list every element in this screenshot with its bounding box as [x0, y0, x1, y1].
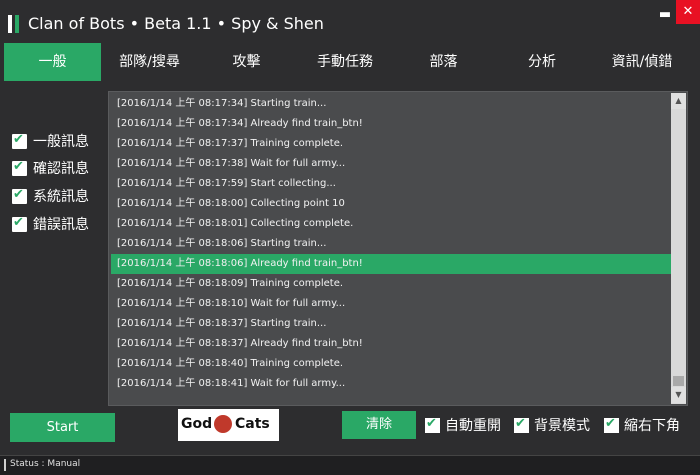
- logo-text-left: God: [181, 416, 213, 432]
- log-row[interactable]: [2016/1/14 上午 08:18:37] Already find tra…: [111, 334, 671, 354]
- log-row[interactable]: [2016/1/14 上午 08:17:59] Start collecting…: [111, 174, 671, 194]
- clear-button[interactable]: 清除: [342, 411, 416, 439]
- tab-info-debug[interactable]: 資訊/偵錯: [592, 43, 692, 81]
- log-row[interactable]: [2016/1/14 上午 08:17:37] Training complet…: [111, 134, 671, 154]
- filter-error-checkbox[interactable]: [12, 215, 27, 232]
- filter-system-checkbox[interactable]: [12, 187, 27, 204]
- app-logo-bar-green: [15, 15, 19, 33]
- log-row[interactable]: [2016/1/14 上午 08:18:40] Training complet…: [111, 354, 671, 374]
- window-title: Clan of Bots • Beta 1.1 • Spy & Shen: [28, 14, 324, 33]
- log-row[interactable]: [2016/1/14 上午 08:17:34] Already find tra…: [111, 114, 671, 134]
- filter-confirm-label: 確認訊息: [33, 161, 89, 177]
- background-mode-checkbox[interactable]: [514, 416, 529, 433]
- log-row[interactable]: [2016/1/14 上午 08:18:41] Wait for full ar…: [111, 374, 671, 394]
- filter-general-label: 一般訊息: [33, 134, 89, 150]
- minimize-button[interactable]: ▬: [654, 4, 676, 26]
- log-row[interactable]: [2016/1/14 上午 08:18:10] Wait for full ar…: [111, 294, 671, 314]
- log-row[interactable]: [2016/1/14 上午 08:17:38] Wait for full ar…: [111, 154, 671, 174]
- tab-general[interactable]: 一般: [4, 43, 101, 81]
- filter-system-label: 系統訊息: [33, 189, 89, 205]
- logo-cat-icon: [214, 415, 232, 433]
- auto-restart-label: 自動重開: [445, 418, 501, 434]
- tab-manual-tasks[interactable]: 手動任務: [295, 43, 395, 81]
- logo-text-right: Cats: [235, 416, 270, 432]
- log-row[interactable]: [2016/1/14 上午 08:18:37] Starting train..…: [111, 314, 671, 334]
- status-bar: [0, 455, 700, 475]
- tab-clan[interactable]: 部落: [395, 43, 492, 81]
- scroll-down-arrow-icon[interactable]: ▼: [671, 387, 686, 403]
- filter-confirm-checkbox[interactable]: [12, 159, 27, 176]
- status-grip: [4, 459, 6, 471]
- scroll-thumb[interactable]: [673, 376, 684, 386]
- log-scrollbar[interactable]: [671, 93, 686, 404]
- tab-attack[interactable]: 攻擊: [198, 43, 295, 81]
- auto-restart-checkbox[interactable]: [425, 416, 440, 433]
- log-row[interactable]: [2016/1/14 上午 08:18:09] Training complet…: [111, 274, 671, 294]
- filter-general-checkbox[interactable]: [12, 132, 27, 149]
- background-mode-label: 背景模式: [534, 418, 590, 434]
- tab-troops-search[interactable]: 部隊/搜尋: [101, 43, 198, 81]
- close-button[interactable]: ✕: [676, 0, 700, 24]
- log-row[interactable]: [2016/1/14 上午 08:17:34] Starting train..…: [111, 94, 671, 114]
- scroll-up-arrow-icon[interactable]: ▲: [671, 93, 686, 109]
- log-list[interactable]: [2016/1/14 上午 08:17:34] Starting train..…: [108, 91, 688, 406]
- log-row[interactable]: [2016/1/14 上午 08:18:06] Starting train..…: [111, 234, 671, 254]
- app-logo-bar-white: [8, 15, 12, 33]
- start-button[interactable]: Start: [10, 413, 115, 442]
- godcats-logo: God Cats: [178, 409, 279, 441]
- log-row-selected[interactable]: [2016/1/14 上午 08:18:06] Already find tra…: [111, 254, 671, 274]
- minimize-to-corner-checkbox[interactable]: [604, 416, 619, 433]
- filter-error-label: 錯誤訊息: [33, 217, 89, 233]
- log-row[interactable]: [2016/1/14 上午 08:18:00] Collecting point…: [111, 194, 671, 214]
- log-row[interactable]: [2016/1/14 上午 08:18:01] Collecting compl…: [111, 214, 671, 234]
- minimize-to-corner-label: 縮右下角: [624, 418, 680, 434]
- tab-analysis[interactable]: 分析: [492, 43, 592, 81]
- status-text: Status : Manual: [10, 459, 81, 469]
